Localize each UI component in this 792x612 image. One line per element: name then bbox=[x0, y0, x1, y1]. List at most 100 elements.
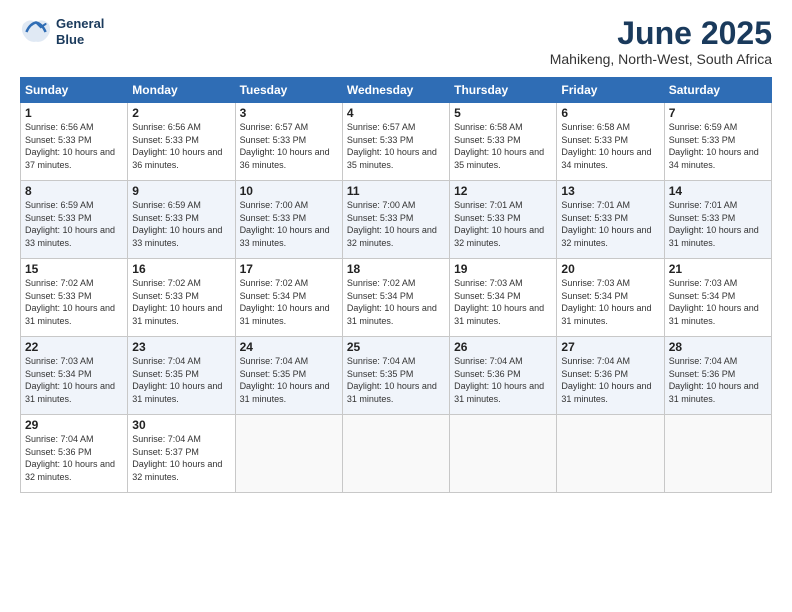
logo-icon bbox=[20, 16, 52, 48]
day-number: 19 bbox=[454, 262, 552, 276]
calendar-cell: 26Sunrise: 7:04 AMSunset: 5:36 PMDayligh… bbox=[450, 337, 557, 415]
calendar-cell: 17Sunrise: 7:02 AMSunset: 5:34 PMDayligh… bbox=[235, 259, 342, 337]
logo-text: General Blue bbox=[56, 16, 104, 47]
day-number: 17 bbox=[240, 262, 338, 276]
day-number: 27 bbox=[561, 340, 659, 354]
calendar-cell: 9Sunrise: 6:59 AMSunset: 5:33 PMDaylight… bbox=[128, 181, 235, 259]
location-title: Mahikeng, North-West, South Africa bbox=[550, 51, 772, 67]
calendar-cell: 24Sunrise: 7:04 AMSunset: 5:35 PMDayligh… bbox=[235, 337, 342, 415]
day-number: 3 bbox=[240, 106, 338, 120]
day-info: Sunrise: 6:59 AMSunset: 5:33 PMDaylight:… bbox=[669, 121, 767, 171]
logo: General Blue bbox=[20, 16, 104, 48]
calendar-cell: 11Sunrise: 7:00 AMSunset: 5:33 PMDayligh… bbox=[342, 181, 449, 259]
calendar-cell: 16Sunrise: 7:02 AMSunset: 5:33 PMDayligh… bbox=[128, 259, 235, 337]
day-number: 6 bbox=[561, 106, 659, 120]
day-info: Sunrise: 7:02 AMSunset: 5:33 PMDaylight:… bbox=[132, 277, 230, 327]
day-number: 11 bbox=[347, 184, 445, 198]
dow-thursday: Thursday bbox=[450, 78, 557, 103]
calendar-cell: 1Sunrise: 6:56 AMSunset: 5:33 PMDaylight… bbox=[21, 103, 128, 181]
dow-friday: Friday bbox=[557, 78, 664, 103]
calendar-cell: 8Sunrise: 6:59 AMSunset: 5:33 PMDaylight… bbox=[21, 181, 128, 259]
calendar-cell: 14Sunrise: 7:01 AMSunset: 5:33 PMDayligh… bbox=[664, 181, 771, 259]
day-info: Sunrise: 6:57 AMSunset: 5:33 PMDaylight:… bbox=[347, 121, 445, 171]
day-info: Sunrise: 7:01 AMSunset: 5:33 PMDaylight:… bbox=[669, 199, 767, 249]
calendar-cell: 5Sunrise: 6:58 AMSunset: 5:33 PMDaylight… bbox=[450, 103, 557, 181]
day-number: 22 bbox=[25, 340, 123, 354]
day-info: Sunrise: 7:02 AMSunset: 5:34 PMDaylight:… bbox=[240, 277, 338, 327]
day-number: 5 bbox=[454, 106, 552, 120]
day-info: Sunrise: 7:04 AMSunset: 5:35 PMDaylight:… bbox=[347, 355, 445, 405]
calendar-cell: 21Sunrise: 7:03 AMSunset: 5:34 PMDayligh… bbox=[664, 259, 771, 337]
calendar-cell: 7Sunrise: 6:59 AMSunset: 5:33 PMDaylight… bbox=[664, 103, 771, 181]
dow-wednesday: Wednesday bbox=[342, 78, 449, 103]
day-number: 16 bbox=[132, 262, 230, 276]
calendar-cell: 3Sunrise: 6:57 AMSunset: 5:33 PMDaylight… bbox=[235, 103, 342, 181]
calendar-cell bbox=[450, 415, 557, 493]
day-number: 4 bbox=[347, 106, 445, 120]
day-number: 14 bbox=[669, 184, 767, 198]
day-info: Sunrise: 6:59 AMSunset: 5:33 PMDaylight:… bbox=[25, 199, 123, 249]
calendar-cell: 29Sunrise: 7:04 AMSunset: 5:36 PMDayligh… bbox=[21, 415, 128, 493]
title-block: June 2025 Mahikeng, North-West, South Af… bbox=[550, 16, 772, 67]
calendar-cell: 10Sunrise: 7:00 AMSunset: 5:33 PMDayligh… bbox=[235, 181, 342, 259]
day-number: 20 bbox=[561, 262, 659, 276]
calendar-cell: 25Sunrise: 7:04 AMSunset: 5:35 PMDayligh… bbox=[342, 337, 449, 415]
day-number: 29 bbox=[25, 418, 123, 432]
day-info: Sunrise: 7:03 AMSunset: 5:34 PMDaylight:… bbox=[669, 277, 767, 327]
calendar-cell: 22Sunrise: 7:03 AMSunset: 5:34 PMDayligh… bbox=[21, 337, 128, 415]
calendar-page: General Blue June 2025 Mahikeng, North-W… bbox=[0, 0, 792, 612]
day-number: 9 bbox=[132, 184, 230, 198]
calendar-cell bbox=[557, 415, 664, 493]
day-info: Sunrise: 6:57 AMSunset: 5:33 PMDaylight:… bbox=[240, 121, 338, 171]
day-number: 10 bbox=[240, 184, 338, 198]
day-info: Sunrise: 6:58 AMSunset: 5:33 PMDaylight:… bbox=[454, 121, 552, 171]
calendar-cell: 18Sunrise: 7:02 AMSunset: 5:34 PMDayligh… bbox=[342, 259, 449, 337]
calendar-cell: 30Sunrise: 7:04 AMSunset: 5:37 PMDayligh… bbox=[128, 415, 235, 493]
day-info: Sunrise: 7:04 AMSunset: 5:37 PMDaylight:… bbox=[132, 433, 230, 483]
day-info: Sunrise: 7:04 AMSunset: 5:36 PMDaylight:… bbox=[454, 355, 552, 405]
day-number: 25 bbox=[347, 340, 445, 354]
day-info: Sunrise: 7:04 AMSunset: 5:35 PMDaylight:… bbox=[132, 355, 230, 405]
day-info: Sunrise: 7:04 AMSunset: 5:35 PMDaylight:… bbox=[240, 355, 338, 405]
dow-tuesday: Tuesday bbox=[235, 78, 342, 103]
day-number: 1 bbox=[25, 106, 123, 120]
dow-monday: Monday bbox=[128, 78, 235, 103]
day-number: 30 bbox=[132, 418, 230, 432]
day-info: Sunrise: 7:03 AMSunset: 5:34 PMDaylight:… bbox=[25, 355, 123, 405]
day-info: Sunrise: 7:03 AMSunset: 5:34 PMDaylight:… bbox=[561, 277, 659, 327]
day-number: 24 bbox=[240, 340, 338, 354]
day-info: Sunrise: 7:00 AMSunset: 5:33 PMDaylight:… bbox=[240, 199, 338, 249]
calendar-cell: 20Sunrise: 7:03 AMSunset: 5:34 PMDayligh… bbox=[557, 259, 664, 337]
calendar-cell bbox=[664, 415, 771, 493]
day-number: 8 bbox=[25, 184, 123, 198]
calendar-cell: 13Sunrise: 7:01 AMSunset: 5:33 PMDayligh… bbox=[557, 181, 664, 259]
day-number: 23 bbox=[132, 340, 230, 354]
day-info: Sunrise: 6:58 AMSunset: 5:33 PMDaylight:… bbox=[561, 121, 659, 171]
day-number: 12 bbox=[454, 184, 552, 198]
calendar-cell: 15Sunrise: 7:02 AMSunset: 5:33 PMDayligh… bbox=[21, 259, 128, 337]
day-number: 15 bbox=[25, 262, 123, 276]
calendar-cell bbox=[235, 415, 342, 493]
calendar-cell: 28Sunrise: 7:04 AMSunset: 5:36 PMDayligh… bbox=[664, 337, 771, 415]
calendar-cell bbox=[342, 415, 449, 493]
calendar-cell: 19Sunrise: 7:03 AMSunset: 5:34 PMDayligh… bbox=[450, 259, 557, 337]
day-info: Sunrise: 7:01 AMSunset: 5:33 PMDaylight:… bbox=[454, 199, 552, 249]
calendar-cell: 6Sunrise: 6:58 AMSunset: 5:33 PMDaylight… bbox=[557, 103, 664, 181]
day-info: Sunrise: 6:56 AMSunset: 5:33 PMDaylight:… bbox=[25, 121, 123, 171]
day-number: 26 bbox=[454, 340, 552, 354]
day-info: Sunrise: 7:03 AMSunset: 5:34 PMDaylight:… bbox=[454, 277, 552, 327]
day-info: Sunrise: 7:04 AMSunset: 5:36 PMDaylight:… bbox=[25, 433, 123, 483]
calendar-cell: 27Sunrise: 7:04 AMSunset: 5:36 PMDayligh… bbox=[557, 337, 664, 415]
day-info: Sunrise: 6:56 AMSunset: 5:33 PMDaylight:… bbox=[132, 121, 230, 171]
day-number: 21 bbox=[669, 262, 767, 276]
calendar-cell: 4Sunrise: 6:57 AMSunset: 5:33 PMDaylight… bbox=[342, 103, 449, 181]
day-info: Sunrise: 7:04 AMSunset: 5:36 PMDaylight:… bbox=[561, 355, 659, 405]
day-info: Sunrise: 7:04 AMSunset: 5:36 PMDaylight:… bbox=[669, 355, 767, 405]
calendar-cell: 23Sunrise: 7:04 AMSunset: 5:35 PMDayligh… bbox=[128, 337, 235, 415]
day-info: Sunrise: 7:01 AMSunset: 5:33 PMDaylight:… bbox=[561, 199, 659, 249]
day-number: 18 bbox=[347, 262, 445, 276]
dow-sunday: Sunday bbox=[21, 78, 128, 103]
day-info: Sunrise: 7:02 AMSunset: 5:33 PMDaylight:… bbox=[25, 277, 123, 327]
day-number: 2 bbox=[132, 106, 230, 120]
day-number: 13 bbox=[561, 184, 659, 198]
